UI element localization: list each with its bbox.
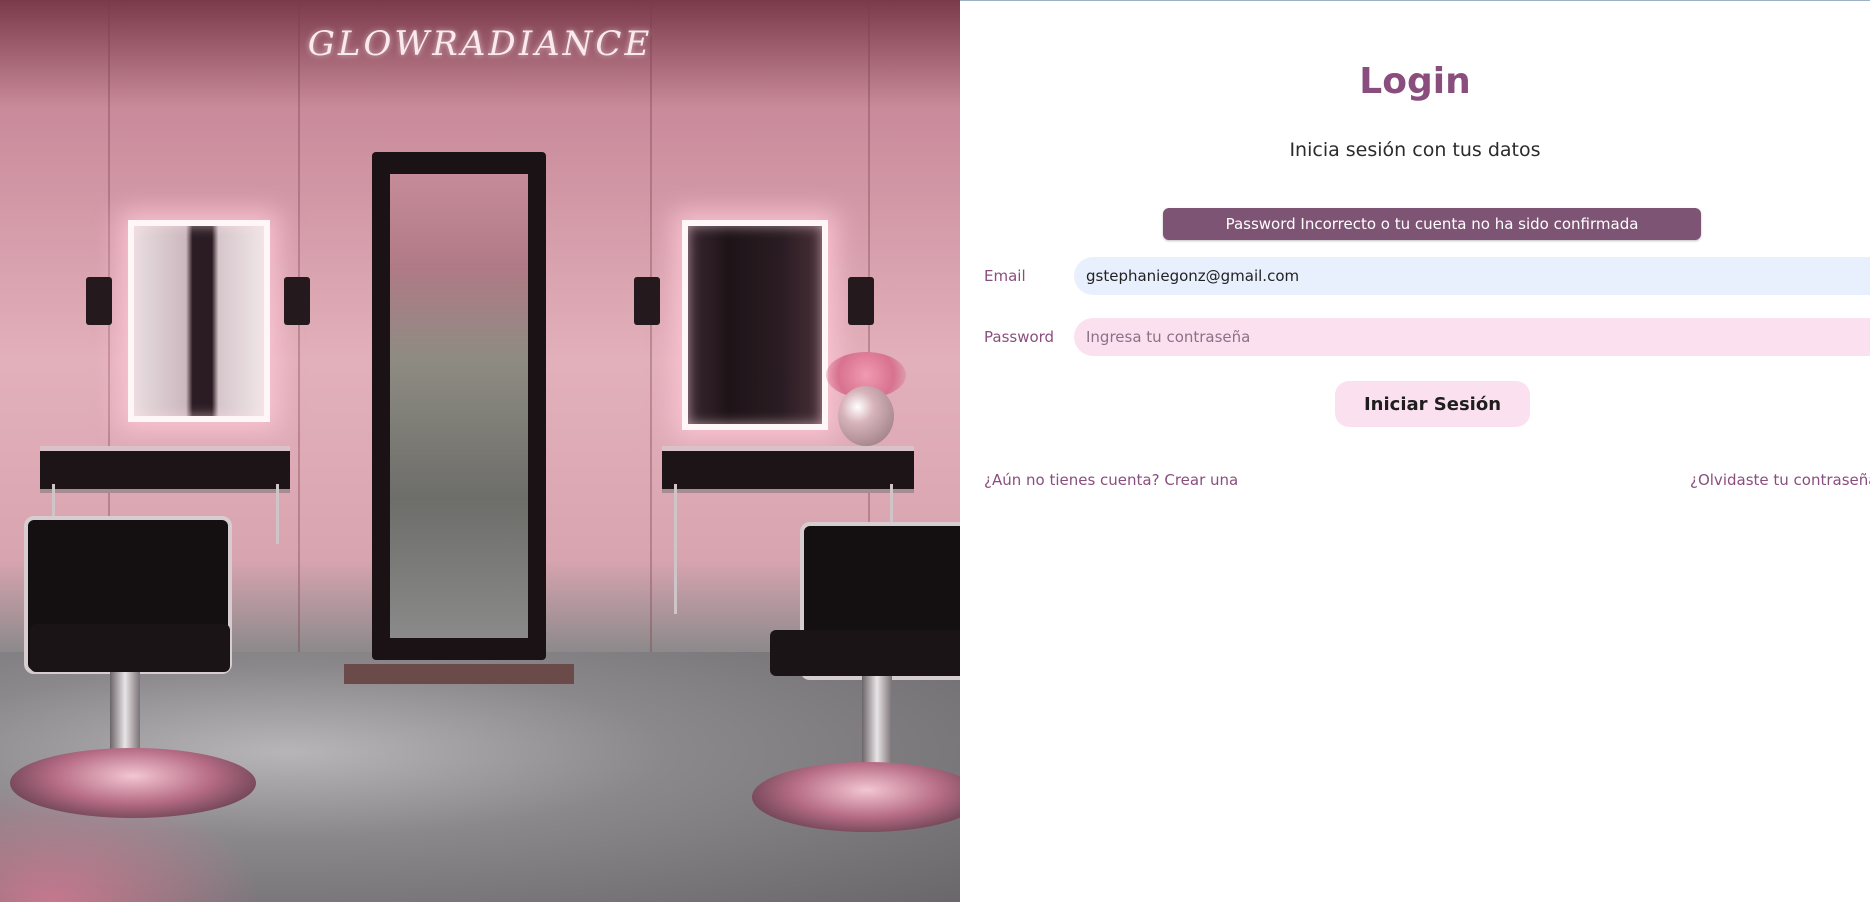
salon-chair-seat xyxy=(770,630,960,676)
page-subtitle: Inicia sesión con tus datos xyxy=(1289,139,1541,161)
password-field[interactable] xyxy=(1074,318,1870,356)
vanity-leg xyxy=(674,484,677,614)
standing-mirror xyxy=(344,152,574,684)
wall-panel-line xyxy=(650,0,652,652)
vanity-leg xyxy=(276,484,279,544)
salon-chair-seat xyxy=(30,624,230,672)
page-title: Login xyxy=(1359,61,1471,102)
login-panel: Login Inicia sesión con tus datos Passwo… xyxy=(960,0,1870,902)
vanity-right xyxy=(662,446,914,489)
password-label: Password xyxy=(984,328,1055,346)
email-field[interactable] xyxy=(1074,257,1870,295)
email-row: Email xyxy=(984,257,1870,297)
password-row: Password xyxy=(984,318,1870,358)
forgot-password-link[interactable]: ¿Olvidaste tu contraseña xyxy=(1690,471,1870,489)
register-link[interactable]: ¿Aún no tienes cuenta? Crear una xyxy=(984,471,1238,489)
login-page: GLOWRADIANCE Login Inicia sesión con tus… xyxy=(0,0,1870,902)
wall-sconce xyxy=(634,277,660,325)
login-button[interactable]: Iniciar Sesión xyxy=(1335,381,1530,427)
wall-sconce xyxy=(86,277,112,325)
wall-sconce xyxy=(848,277,874,325)
mirror-glass xyxy=(390,174,528,638)
error-alert: Password Incorrecto o tu cuenta no ha si… xyxy=(1163,208,1701,240)
brand-logo: GLOWRADIANCE xyxy=(307,24,653,64)
salon-hero-image: GLOWRADIANCE xyxy=(0,0,960,902)
wall-sconce xyxy=(284,277,310,325)
email-label: Email xyxy=(984,267,1026,285)
vase xyxy=(838,386,894,446)
floor-rug xyxy=(344,664,574,684)
lit-mirror-left xyxy=(128,220,270,422)
wall-panel-line xyxy=(298,0,300,652)
lit-mirror-right xyxy=(682,220,828,430)
vanity-left xyxy=(40,446,290,489)
salon-chair-base xyxy=(10,748,256,818)
